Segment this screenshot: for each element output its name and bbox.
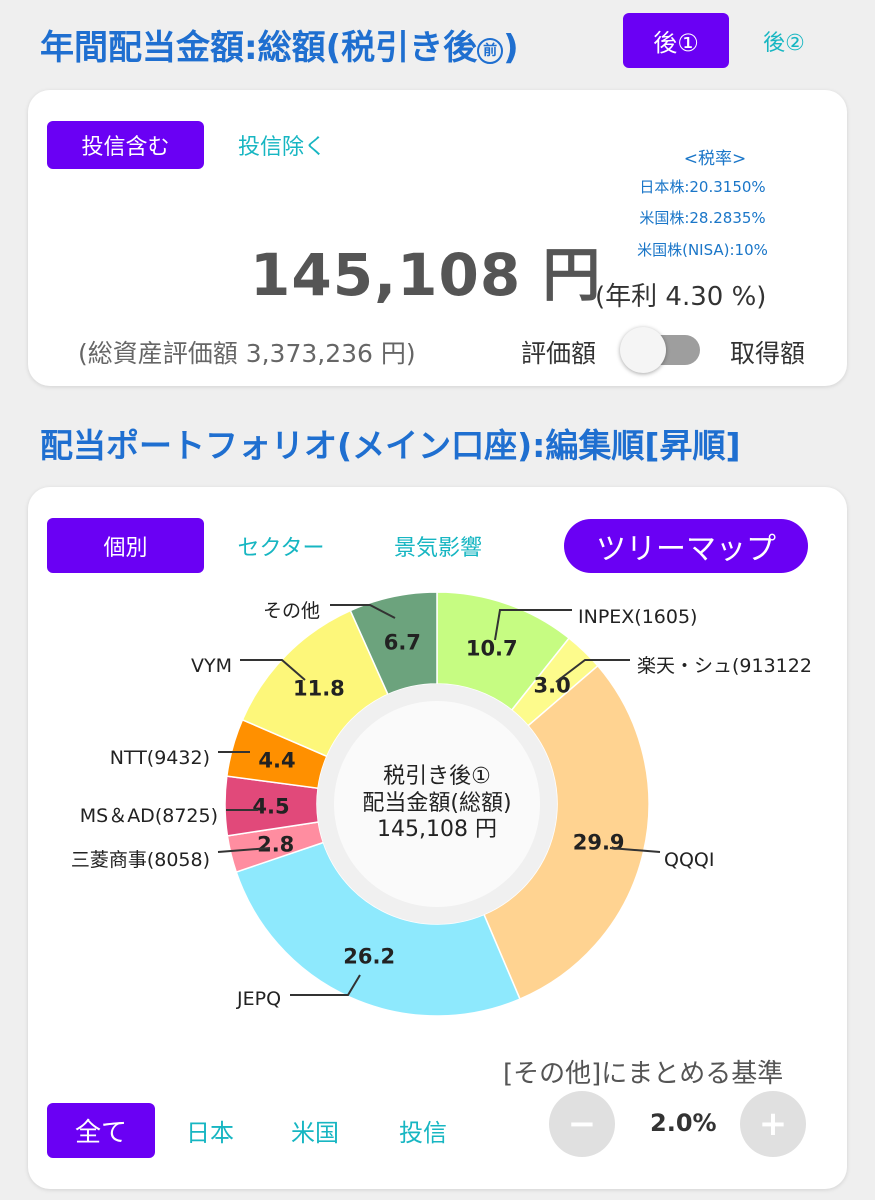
- threshold-value: 2.0%: [650, 1109, 717, 1137]
- toggle-label-cost: 取得額: [730, 339, 806, 368]
- tax-rate-us-nisa: 米国株(NISA):10%: [637, 241, 768, 259]
- tab-sector[interactable]: セクター: [222, 518, 340, 573]
- toggle-label-valuation: 評価額: [521, 339, 597, 368]
- filter-all-button[interactable]: 全て: [47, 1103, 155, 1158]
- filter-japan-button[interactable]: 日本: [175, 1103, 245, 1158]
- threshold-minus-button[interactable]: −: [549, 1091, 615, 1157]
- treemap-button[interactable]: ツリーマップ: [564, 519, 808, 573]
- tab-after-tax-1[interactable]: 後①: [623, 13, 729, 68]
- tab-economy[interactable]: 景気影響: [373, 518, 503, 573]
- annual-dividend-amount: 145,108 円: [250, 241, 602, 309]
- annual-yield: (年利 4.30 %): [595, 282, 767, 312]
- total-assets: (総資産評価額 3,373,236 円): [78, 339, 416, 368]
- other-threshold-label: [その他]にまとめる基準: [503, 1059, 784, 1089]
- title-text: 年間配当金額:総額(税引き後: [40, 28, 478, 68]
- portfolio-title: 配当ポートフォリオ(メイン口座):編集順[昇順]: [40, 426, 741, 465]
- title-text-end: ): [503, 28, 519, 68]
- tax-rate-title: <税率>: [683, 149, 747, 169]
- valuation-toggle-knob[interactable]: [620, 327, 666, 373]
- tax-rate-japan: 日本株:20.3150%: [639, 178, 766, 196]
- filter-fund-button[interactable]: 投信: [388, 1103, 458, 1158]
- filter-us-button[interactable]: 米国: [280, 1103, 350, 1158]
- tax-rate-us: 米国株:28.2835%: [639, 209, 766, 227]
- dividend-total-title: 年間配当金額:総額(税引き後前): [40, 20, 519, 69]
- tab-after-tax-2[interactable]: 後②: [748, 13, 820, 68]
- pre-tax-icon: 前: [477, 38, 504, 64]
- tab-individual[interactable]: 個別: [47, 518, 204, 573]
- threshold-plus-button[interactable]: +: [740, 1091, 806, 1157]
- exclude-fund-button[interactable]: 投信除く: [222, 121, 342, 169]
- include-fund-button[interactable]: 投信含む: [47, 121, 204, 169]
